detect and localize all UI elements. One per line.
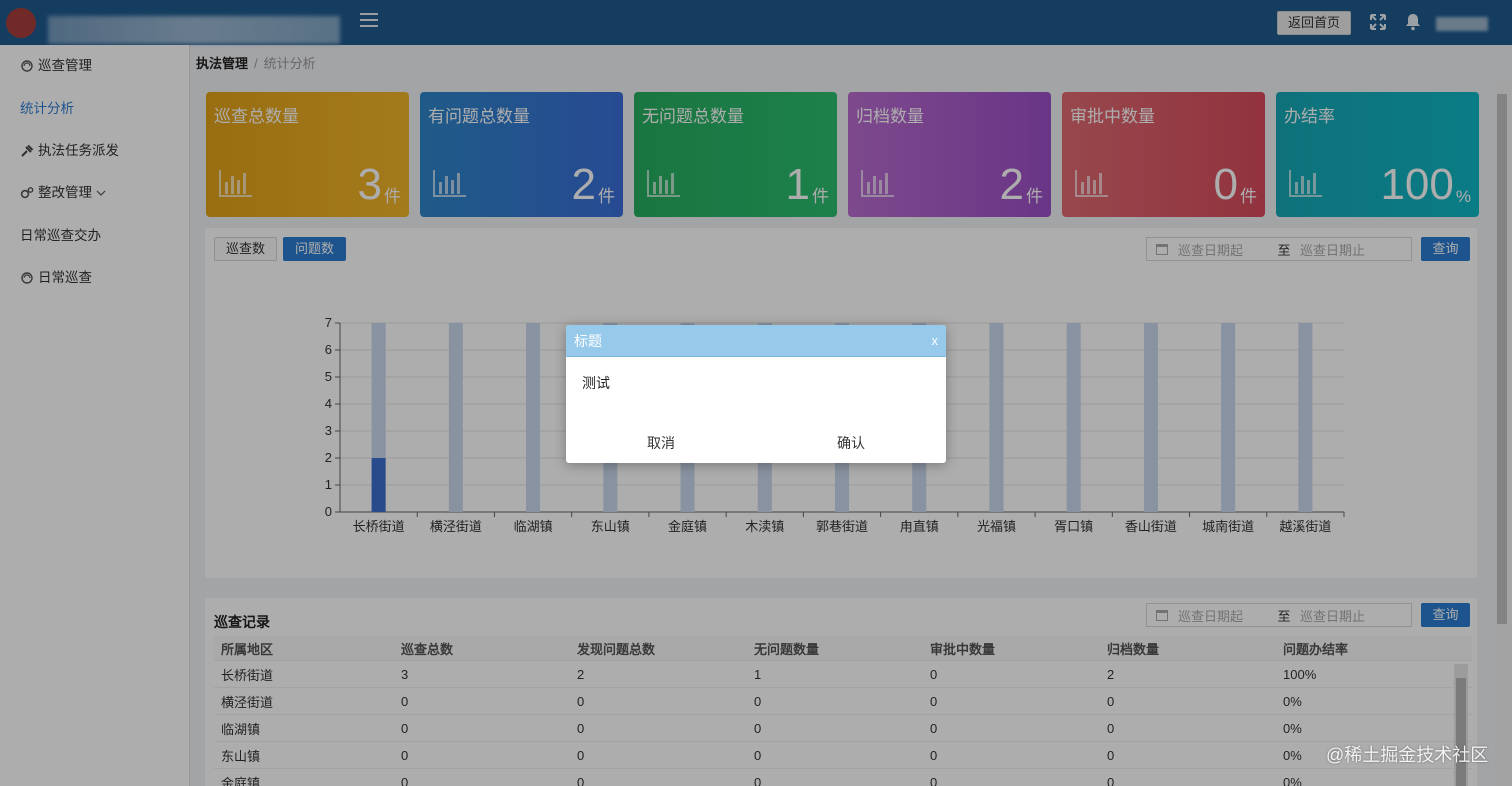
dialog-title: 标题: [574, 332, 602, 349]
confirm-button[interactable]: 确认: [756, 433, 946, 453]
dialog-footer: 取消 确认: [566, 423, 946, 463]
watermark: @稀土掘金技术社区: [1326, 745, 1489, 765]
dialog: 标题 x 测试 取消 确认: [566, 325, 946, 463]
cancel-button[interactable]: 取消: [566, 433, 756, 453]
dialog-body: 测试: [582, 375, 610, 391]
dialog-header: 标题 x: [566, 325, 946, 357]
close-icon[interactable]: x: [932, 333, 939, 348]
